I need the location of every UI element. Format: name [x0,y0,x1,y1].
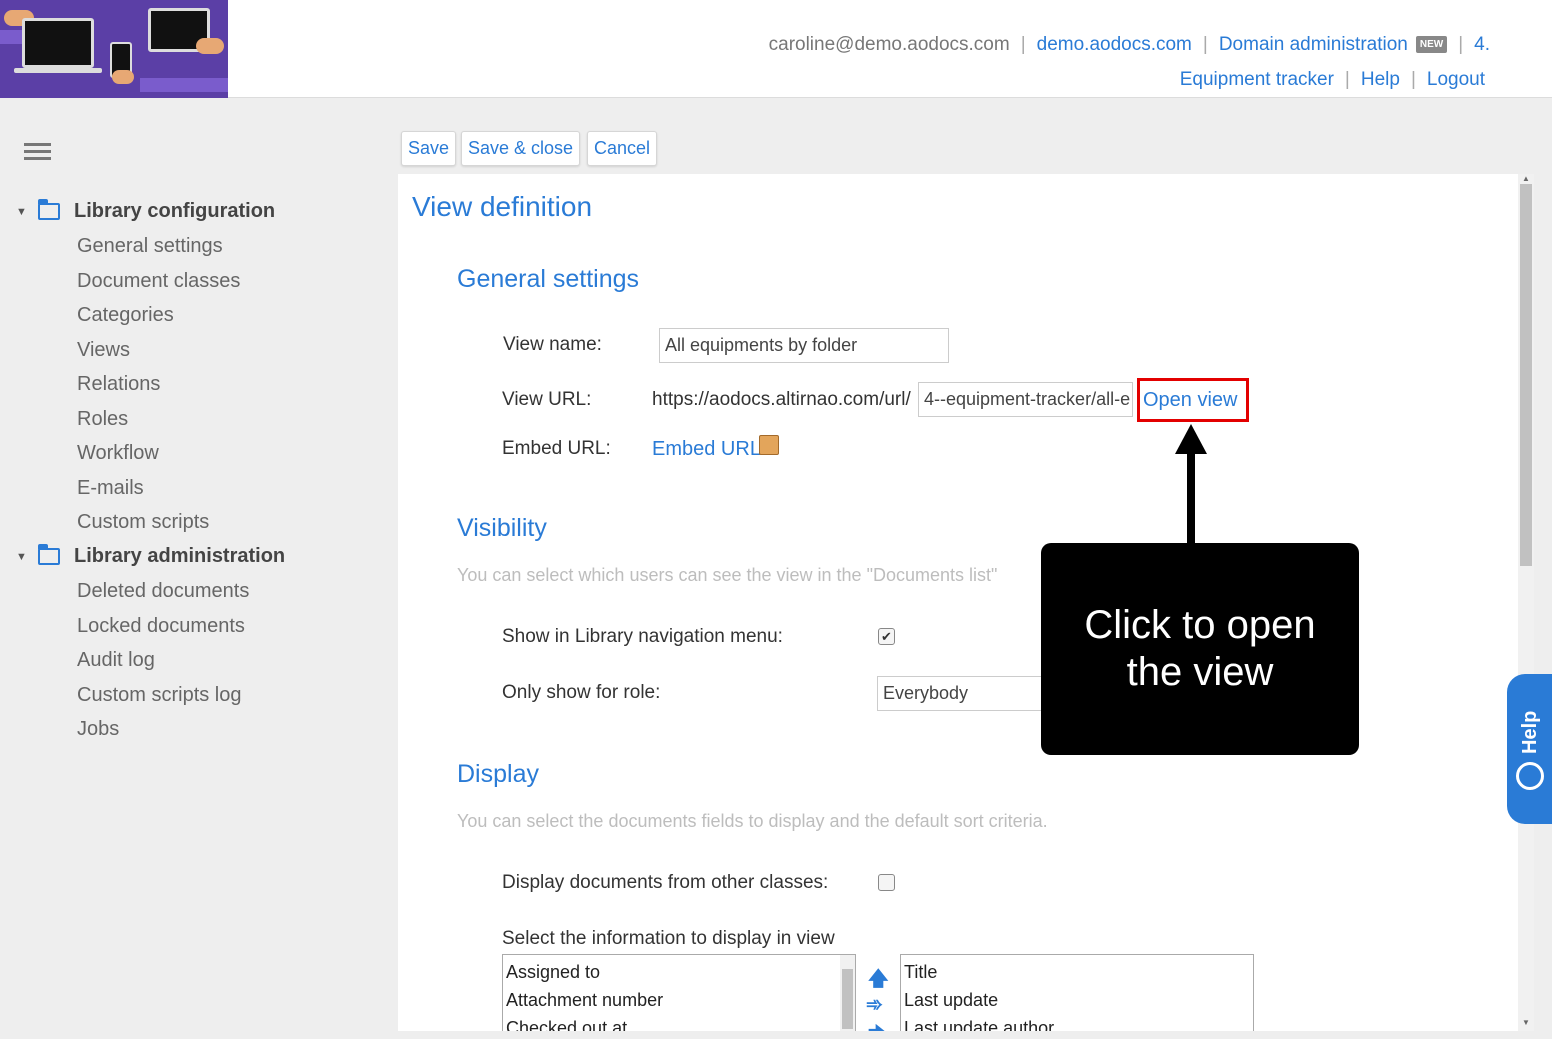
folder-icon [38,199,60,220]
library-logo[interactable] [0,0,228,98]
sidebar-item-views[interactable]: Views [77,339,130,362]
nav-section-label: Library administration [74,545,286,567]
folder-icon [38,544,60,565]
nav-section-label: Library configuration [74,200,276,222]
other-classes-checkbox[interactable] [878,874,895,891]
top-links-row1: caroline@demo.aodocs.com | demo.aodocs.com… [768,34,1490,55]
save-button[interactable]: Save [401,131,457,166]
visibility-description: You can select which users can see the v… [457,565,998,585]
available-fields-list[interactable]: Assigned to Attachment number Checked ou… [502,954,856,1031]
laptop-icon [22,18,94,68]
nav-section-library-configuration[interactable]: ▼ Library configuration [16,199,276,223]
show-nav-checkbox[interactable]: ✔ [878,628,895,645]
general-settings-heading: General settings [457,265,640,293]
new-badge: NEW [1415,36,1448,54]
list-item[interactable]: Assigned to [506,958,852,986]
copy-icon[interactable] [759,435,779,455]
view-name-label: View name: [503,334,602,355]
open-view-highlight [1137,378,1249,422]
view-url-input[interactable]: 4--equipment-tracker/all-e [918,382,1133,417]
sidebar-item-categories[interactable]: Categories [77,304,174,327]
list-item[interactable]: Attachment number [506,986,852,1014]
library-link[interactable]: Equipment tracker [1180,69,1334,90]
logo-stripe [140,78,228,92]
caret-down-icon[interactable]: ▼ [16,551,32,563]
scrollbar-thumb[interactable] [1520,184,1532,566]
select-info-label: Select the information to display in vie… [502,928,835,949]
sidebar-item-relations[interactable]: Relations [77,373,160,396]
move-down-icon[interactable]: 🡆 [868,1020,889,1031]
chat-icon [1516,762,1544,790]
sidebar-item-custom-scripts-log[interactable]: Custom scripts log [77,684,242,707]
role-select[interactable]: Everybody [877,676,1047,711]
user-email: caroline@demo.aodocs.com [768,34,1010,55]
sidebar-item-roles[interactable]: Roles [77,408,128,431]
domain-admin-link[interactable]: Domain administration [1219,34,1408,55]
visibility-heading: Visibility [457,514,547,542]
callout-box: Click to open the view [1041,543,1359,755]
sidebar-item-emails[interactable]: E-mails [77,477,144,500]
logout-link[interactable]: Logout [1427,69,1485,90]
selected-fields-list[interactable]: Title Last update Last update author [900,954,1254,1031]
list-scrollbar[interactable] [840,955,855,1031]
top-links-row2: Equipment tracker | Help | Logout [1179,69,1485,90]
scroll-down-icon[interactable]: ▼ [1522,1018,1530,1027]
domain-link[interactable]: demo.aodocs.com [1037,34,1192,55]
callout-text: Click to open the view [1084,603,1316,694]
list-item[interactable]: Title [904,958,1250,986]
view-name-input[interactable]: All equipments by folder [659,328,949,363]
sidebar-item-workflow[interactable]: Workflow [77,442,159,465]
help-link[interactable]: Help [1361,69,1400,90]
display-description: You can select the documents fields to d… [457,811,1048,831]
help-tab-label: Help [1519,710,1541,754]
laptop-base [14,68,102,73]
sidebar-item-audit-log[interactable]: Audit log [77,649,155,672]
add-field-icon[interactable]: ➾ [866,992,883,1017]
caret-down-icon[interactable]: ▼ [16,206,32,218]
view-url-prefix: https://aodocs.altirnao.com/url/ [652,389,911,410]
show-nav-label: Show in Library navigation menu: [502,626,783,647]
display-heading: Display [457,760,539,788]
list-item[interactable]: Checked out at [506,1014,852,1031]
truncated-link[interactable]: 4. [1474,34,1490,55]
hamburger-menu-icon[interactable] [24,143,51,164]
main-scrollbar[interactable]: ▲ ▼ [1518,174,1534,1031]
save-close-button[interactable]: Save & close [461,131,581,166]
role-label: Only show for role: [502,682,661,703]
callout-arrow-line [1187,450,1195,546]
list-item[interactable]: Last update [904,986,1250,1014]
sidebar-item-jobs[interactable]: Jobs [77,718,119,741]
sidebar-item-locked-documents[interactable]: Locked documents [77,615,245,638]
sidebar-item-custom-scripts[interactable]: Custom scripts [77,511,209,534]
view-url-label: View URL: [502,389,592,410]
page-title: View definition [412,191,593,222]
embed-url-link[interactable]: Embed URL [652,438,761,461]
embed-url-label: Embed URL: [502,438,611,459]
logo-hand [196,38,224,54]
other-classes-label: Display documents from other classes: [502,872,829,893]
sidebar-item-document-classes[interactable]: Document classes [77,270,240,293]
app-header: caroline@demo.aodocs.com | demo.aodocs.com… [0,0,1552,98]
nav-section-library-administration[interactable]: ▼ Library administration [16,544,286,568]
list-item[interactable]: Last update author [904,1014,1250,1031]
sidebar-item-general-settings[interactable]: General settings [77,235,223,258]
scroll-up-icon[interactable]: ▲ [1522,174,1530,183]
help-widget-tab[interactable]: Help [1507,674,1552,824]
sidebar-item-deleted-documents[interactable]: Deleted documents [77,580,249,603]
logo-hand [112,70,134,84]
cancel-button[interactable]: Cancel [587,131,658,166]
